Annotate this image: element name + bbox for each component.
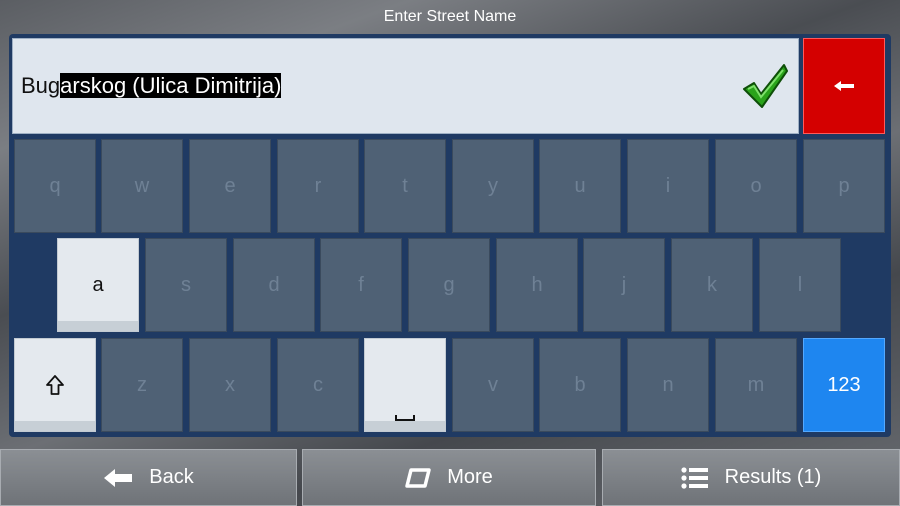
street-name-input[interactable]: Bugarskog (Ulica Dimitrija) [12, 38, 799, 134]
key-o[interactable]: o [715, 139, 797, 233]
key-k[interactable]: k [671, 238, 753, 332]
key-l[interactable]: l [759, 238, 841, 332]
backspace-icon [834, 81, 854, 91]
key-c[interactable]: c [277, 338, 359, 432]
key-i[interactable]: i [627, 139, 709, 233]
space-icon [395, 415, 415, 421]
confirm-button[interactable] [740, 61, 790, 111]
key-u[interactable]: u [539, 139, 621, 233]
numeric-keys-button[interactable]: 123 [803, 338, 885, 432]
results-label: Results (1) [724, 466, 822, 488]
key-d[interactable]: d [233, 238, 315, 332]
autocomplete-text: arskog (Ulica Dimitrija) [60, 73, 282, 98]
back-arrow-icon [104, 468, 133, 487]
more-button[interactable]: More [302, 449, 596, 506]
back-button[interactable]: Back [0, 449, 297, 506]
key-j[interactable]: j [583, 238, 665, 332]
key-n[interactable]: n [627, 338, 709, 432]
checkmark-icon [743, 64, 788, 108]
back-label: Back [149, 466, 194, 488]
key-a[interactable]: a [57, 238, 139, 332]
typed-text: Bug [21, 73, 61, 98]
key-r[interactable]: r [277, 139, 359, 233]
key-z[interactable]: z [101, 338, 183, 432]
input-text: Bugarskog (Ulica Dimitrija) [21, 73, 282, 99]
page-title: Enter Street Name [383, 8, 517, 25]
more-icon [405, 467, 431, 488]
key-t[interactable]: t [364, 139, 446, 233]
key-w[interactable]: w [101, 139, 183, 233]
more-label: More [447, 466, 493, 488]
space-key[interactable] [364, 338, 446, 432]
list-icon [681, 466, 708, 489]
key-h[interactable]: h [496, 238, 578, 332]
key-q[interactable]: q [14, 139, 96, 233]
key-m[interactable]: m [715, 338, 797, 432]
key-y[interactable]: y [452, 139, 534, 233]
key-e[interactable]: e [189, 139, 271, 233]
key-g[interactable]: g [408, 238, 490, 332]
key-s[interactable]: s [145, 238, 227, 332]
backspace-button[interactable] [803, 38, 885, 134]
shift-key[interactable] [14, 338, 96, 432]
key-f[interactable]: f [320, 238, 402, 332]
results-button[interactable]: Results (1) [602, 449, 900, 506]
key-b[interactable]: b [539, 338, 621, 432]
shift-icon [46, 375, 64, 395]
key-v[interactable]: v [452, 338, 534, 432]
key-x[interactable]: x [189, 338, 271, 432]
key-p[interactable]: p [803, 139, 885, 233]
